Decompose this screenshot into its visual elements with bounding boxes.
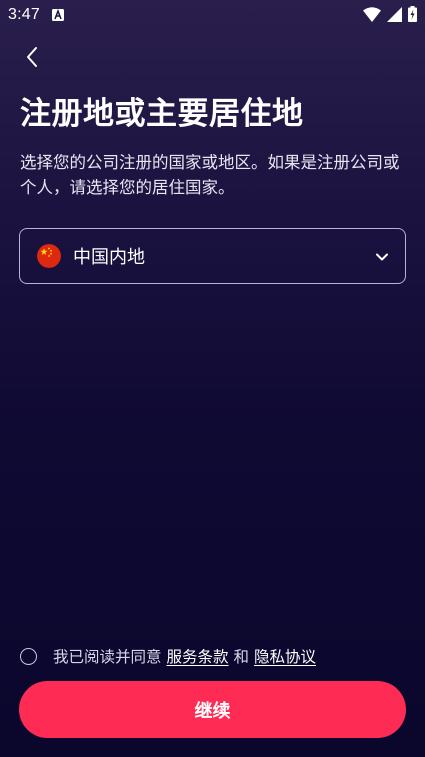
china-flag-icon	[37, 244, 61, 268]
page-title: 注册地或主要居住地	[20, 96, 304, 132]
back-button[interactable]	[18, 45, 46, 73]
battery-charging-icon	[408, 6, 417, 26]
country-select[interactable]: 中国内地	[19, 228, 406, 284]
agreement-connector: 和	[233, 648, 250, 666]
privacy-policy-link[interactable]: 隐私协议	[254, 645, 316, 667]
country-value: 中国内地	[73, 247, 145, 268]
agreement-row: 我已阅读并同意 服务条款 和 隐私协议	[20, 644, 316, 668]
continue-button[interactable]: 继续	[19, 681, 406, 738]
page-description: 选择您的公司注册的国家或地区。如果是注册公司或个人，请选择您的居住国家。	[20, 153, 400, 197]
terms-of-service-link[interactable]: 服务条款	[167, 645, 229, 667]
chevron-down-icon	[375, 247, 389, 266]
status-icons	[363, 6, 417, 26]
wifi-icon	[363, 6, 381, 26]
agreement-checkbox[interactable]	[20, 647, 37, 665]
chevron-left-icon	[25, 46, 39, 72]
app-notification-icon	[51, 9, 64, 21]
agreement-prefix: 我已阅读并同意	[53, 648, 162, 666]
status-bar: 3:47	[0, 0, 425, 30]
cell-signal-icon	[387, 6, 402, 26]
status-time: 3:47	[8, 6, 40, 23]
